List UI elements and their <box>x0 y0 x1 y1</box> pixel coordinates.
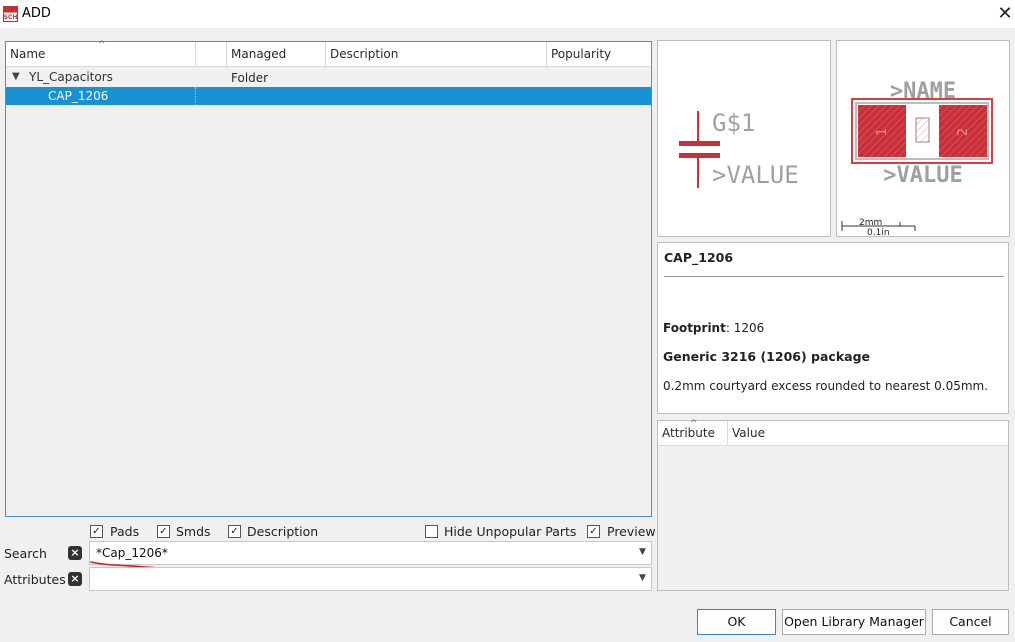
tree-group-row[interactable]: ▼ YL_Capacitors <box>6 68 651 86</box>
clear-attributes-icon[interactable]: × <box>68 572 82 586</box>
info-divider <box>664 276 1004 277</box>
selected-part-row[interactable]: CAP_1206 <box>6 87 651 105</box>
tree-header: Name ^ Managed Folder Description Popula… <box>6 40 651 85</box>
column-popularity[interactable]: Popularity <box>547 42 651 66</box>
symbol-name-text: G$1 <box>712 109 755 137</box>
expand-down-icon[interactable]: ▼ <box>12 68 20 86</box>
pad-2-label: 2 <box>956 128 971 136</box>
scale-mm-text: 2mm <box>859 218 882 228</box>
part-info-panel: CAP_1206 Footprint: 1206 Generic 3216 (1… <box>657 242 1009 414</box>
app-icon-text: SCH <box>4 14 18 21</box>
footprint-pads-icon <box>851 98 993 164</box>
part-label: CAP_1206 <box>48 89 109 103</box>
attributes-label: Attributes <box>4 572 66 587</box>
package-preview[interactable]: >NAME 1 2 >VALUE 2mm 0.1in <box>836 40 1010 238</box>
footprint-separator: : <box>725 321 730 335</box>
ok-button[interactable]: OK <box>697 609 776 635</box>
parts-tree[interactable]: Name ^ Managed Folder Description Popula… <box>5 40 652 517</box>
package-note: 0.2mm courtyard excess rounded to neares… <box>663 379 989 393</box>
cancel-button[interactable]: Cancel <box>932 609 1009 635</box>
group-label: YL_Capacitors <box>29 70 113 84</box>
window-title: ADD <box>22 6 51 21</box>
scale-in-text: 0.1in <box>867 228 890 236</box>
column-value[interactable]: Value <box>728 421 1008 445</box>
info-part-name: CAP_1206 <box>664 250 734 265</box>
sort-up-icon: ^ <box>98 40 106 50</box>
clear-search-icon[interactable]: × <box>68 546 82 560</box>
package-name-text: >NAME <box>890 79 956 104</box>
column-blank[interactable] <box>196 42 227 66</box>
pads-checkbox[interactable]: ✓ <box>90 525 103 538</box>
search-label: Search <box>4 546 47 561</box>
symbol-preview[interactable]: G$1 >VALUE <box>657 40 831 237</box>
hide-unpopular-checkbox[interactable] <box>425 525 438 538</box>
attributes-input[interactable]: ▼ <box>89 567 652 591</box>
description-checkbox[interactable]: ✓ <box>228 525 241 538</box>
attribute-table-header: Attribute ^ Value <box>658 419 1008 446</box>
attributes-dropdown-icon[interactable]: ▼ <box>639 573 646 583</box>
title-bar: SCH ADD ✕ <box>0 0 1015 28</box>
close-icon[interactable]: ✕ <box>995 4 1015 24</box>
hide-unpopular-label: Hide Unpopular Parts <box>444 524 577 539</box>
smds-checkbox[interactable]: ✓ <box>157 525 170 538</box>
symbol-value-text: >VALUE <box>712 161 799 189</box>
footprint-value: 1206 <box>733 321 765 335</box>
preview-checkbox[interactable]: ✓ <box>587 525 600 538</box>
pads-label: Pads <box>110 524 140 539</box>
footprint-label: Footprint <box>663 321 726 335</box>
pad-1-label: 1 <box>875 128 890 136</box>
package-value-text: >VALUE <box>883 163 962 188</box>
attribute-sort-icon: ^ <box>690 419 698 429</box>
column-managed-folder[interactable]: Managed Folder <box>227 42 326 85</box>
smds-label: Smds <box>176 524 211 539</box>
package-title: Generic 3216 (1206) package <box>663 349 871 364</box>
footprint-line: Footprint: 1206 <box>663 321 764 335</box>
open-library-manager-button[interactable]: Open Library Manager <box>782 609 926 635</box>
column-description[interactable]: Description <box>326 42 547 66</box>
search-dropdown-icon[interactable]: ▼ <box>639 547 646 557</box>
schematic-app-icon: SCH <box>3 6 18 22</box>
description-label: Description <box>247 524 319 539</box>
preview-label: Preview <box>607 524 656 539</box>
attribute-table[interactable]: Attribute ^ Value <box>657 419 1009 591</box>
